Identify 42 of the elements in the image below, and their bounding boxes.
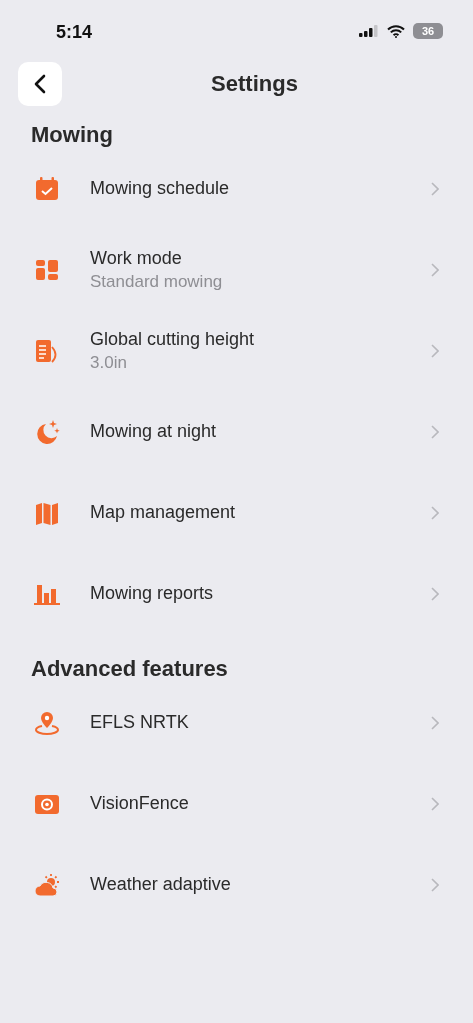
row-label: EFLS NRTK — [90, 712, 190, 733]
weather-icon — [34, 871, 60, 898]
row-label: Mowing reports — [90, 583, 215, 604]
section-title: Advanced features — [30, 655, 229, 682]
row-label: Global cutting height — [90, 328, 256, 350]
page-title: Settings — [211, 71, 298, 97]
row-label: Work mode — [90, 247, 183, 269]
settings-row[interactable]: Weather adaptive — [0, 844, 473, 925]
battery-level: 36 — [413, 23, 443, 39]
row-label: Weather adaptive — [90, 874, 232, 895]
chevron-icon — [431, 343, 439, 358]
chevron-icon — [431, 715, 439, 730]
settings-row[interactable]: Mowing reports — [0, 553, 473, 634]
settings-row[interactable]: Work mode Standard mowing — [0, 229, 473, 310]
chevron-icon — [431, 877, 439, 892]
chevron-icon — [431, 424, 439, 439]
row-label: VisionFence — [90, 793, 190, 814]
chevron-icon — [431, 262, 439, 277]
row-label: Mowing at night — [90, 421, 218, 442]
chevron-icon — [431, 181, 439, 196]
chevron-icon — [431, 796, 439, 811]
calendar-icon — [34, 175, 60, 202]
settings-row[interactable]: EFLS NRTK — [0, 682, 473, 763]
back-icon — [34, 74, 46, 94]
settings-row[interactable]: Map management — [0, 472, 473, 553]
chevron-icon — [431, 505, 439, 520]
row-value: Standard mowing — [90, 271, 224, 292]
row-label: Map management — [90, 502, 237, 523]
status-time: 5:14 — [56, 21, 93, 43]
row-value: 3.0in — [90, 352, 128, 373]
settings-row[interactable]: Mowing schedule — [0, 148, 473, 229]
chevron-icon — [431, 586, 439, 601]
settings-row[interactable]: Mowing at night — [0, 391, 473, 472]
signal-icon — [359, 25, 379, 37]
row-label: Mowing schedule — [90, 178, 231, 199]
location-pin-icon — [34, 709, 60, 736]
moon-icon — [34, 418, 60, 445]
back-button[interactable] — [18, 62, 62, 106]
section-title: Mowing — [30, 121, 114, 148]
settings-row[interactable]: VisionFence — [0, 763, 473, 844]
wifi-icon — [387, 24, 405, 38]
settings-row[interactable]: Global cutting height 3.0in — [0, 310, 473, 391]
